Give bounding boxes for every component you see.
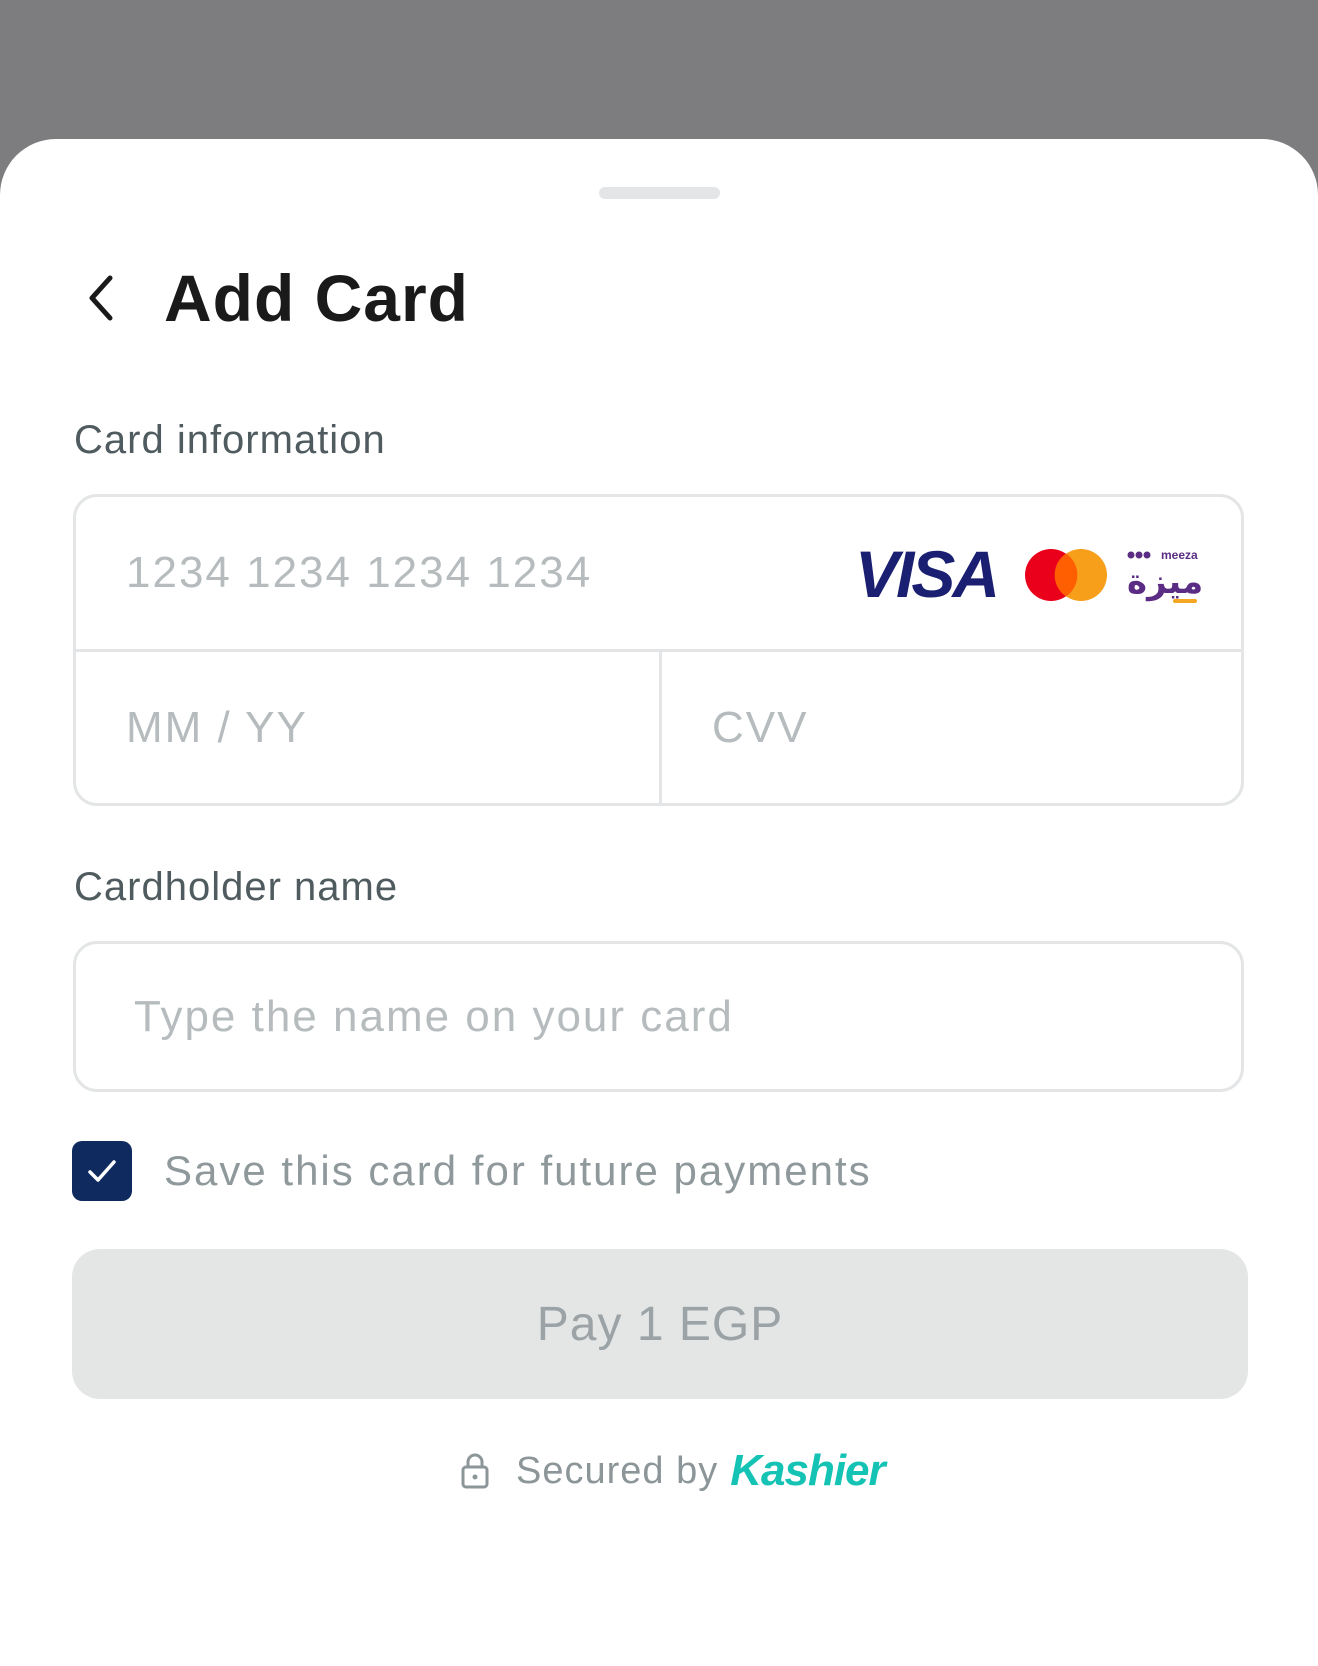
card-number-placeholder: 1234 1234 1234 1234: [126, 548, 593, 597]
cvv-input[interactable]: CVV: [662, 652, 1241, 803]
meeza-logo: meeza ميزة: [1127, 548, 1201, 603]
visa-logo: VISA: [855, 543, 1000, 607]
kashier-logo: Kashier: [730, 1446, 885, 1495]
save-card-checkbox[interactable]: [72, 1141, 132, 1201]
expiry-placeholder: MM / YY: [126, 702, 308, 752]
card-information-label: Card information: [74, 418, 386, 462]
drag-handle[interactable]: [599, 187, 720, 199]
svg-text:ميزة: ميزة: [1127, 562, 1201, 602]
secured-by-footer: Secured by Kashier: [460, 1446, 886, 1496]
page-title: Add Card: [164, 261, 469, 335]
pay-button[interactable]: Pay 1 EGP: [72, 1249, 1248, 1399]
svg-text:VISA: VISA: [855, 543, 997, 607]
lock-icon: [461, 1453, 489, 1489]
checkmark-icon: [88, 1160, 116, 1182]
card-brands: VISA meeza ميزة: [853, 543, 1201, 607]
expiry-input[interactable]: MM / YY: [76, 652, 662, 803]
cardholder-name-label: Cardholder name: [74, 865, 399, 909]
svg-text:meeza: meeza: [1161, 548, 1198, 562]
pay-button-label: Pay 1 EGP: [536, 1297, 784, 1351]
secured-by-text: Secured by: [516, 1449, 719, 1492]
save-card-label[interactable]: Save this card for future payments: [164, 1146, 872, 1196]
back-button[interactable]: [72, 268, 128, 328]
chevron-left-icon: [89, 275, 113, 321]
cardholder-name-input[interactable]: Type the name on your card: [73, 941, 1244, 1092]
cvv-placeholder: CVV: [712, 702, 809, 752]
mastercard-logo: [1025, 549, 1107, 601]
cardholder-name-placeholder: Type the name on your card: [134, 991, 734, 1041]
card-information-group: 1234 1234 1234 1234 VISA meeza ميزة MM /…: [73, 494, 1244, 806]
